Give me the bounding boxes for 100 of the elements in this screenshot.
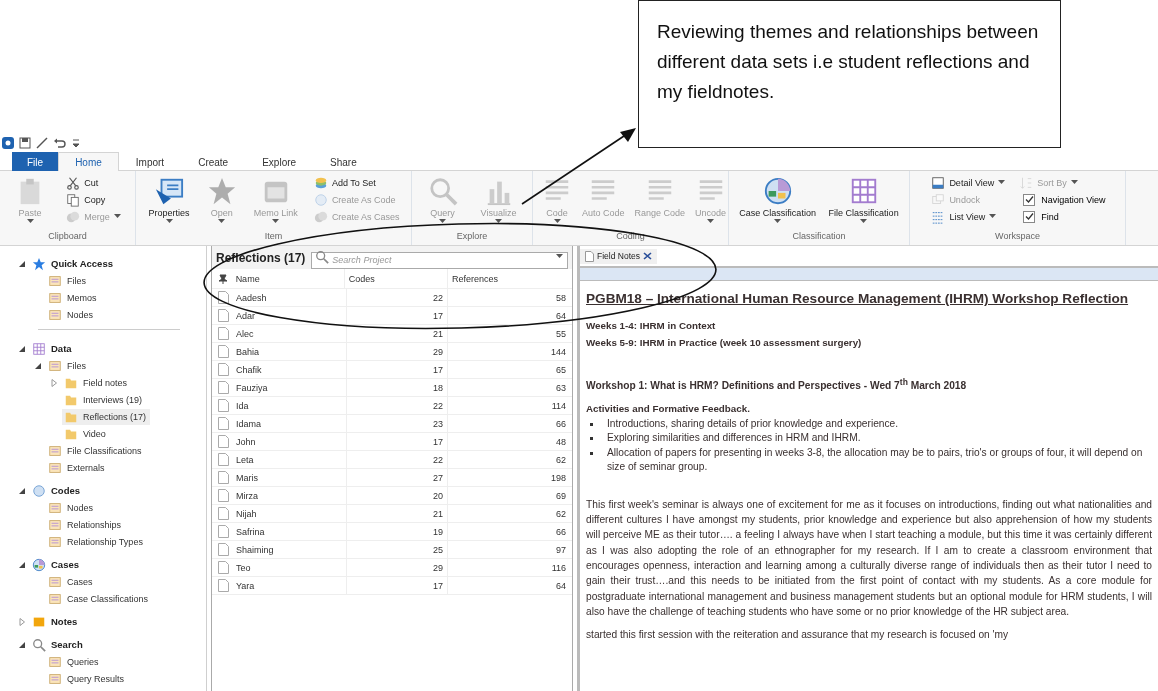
- table-cell: Maris: [234, 469, 347, 486]
- files-icon: [48, 460, 62, 475]
- checkbox[interactable]: [1023, 210, 1036, 223]
- ribbon-button[interactable]: Cut: [64, 174, 123, 191]
- ribbon-tab[interactable]: Share: [313, 152, 374, 171]
- ribbon-button[interactable]: Properties: [145, 174, 193, 231]
- close-icon[interactable]: [643, 252, 652, 260]
- table-cell: 17: [347, 361, 448, 378]
- tree-item[interactable]: Field notes: [62, 374, 132, 391]
- tree-item[interactable]: Data: [30, 340, 76, 357]
- ribbon-button[interactable]: Copy: [64, 191, 123, 208]
- caret-icon: [556, 254, 563, 259]
- checkbox-label[interactable]: Find: [1041, 211, 1059, 222]
- table-cell: 19: [347, 523, 448, 540]
- table-cell: Teo: [234, 559, 347, 576]
- ribbon-tab[interactable]: Home: [58, 152, 119, 171]
- tree-item[interactable]: Interviews (19): [62, 391, 147, 408]
- tree-item[interactable]: Files: [46, 357, 90, 374]
- tree-item[interactable]: Reflections (17): [62, 408, 151, 425]
- pie-icon: [762, 176, 793, 206]
- undo-icon[interactable]: [53, 137, 67, 149]
- ribbon-button[interactable]: List View: [929, 208, 1008, 225]
- tree-item[interactable]: Quick Access: [30, 255, 117, 272]
- files-icon: [48, 358, 62, 373]
- table-cell-text: 65: [555, 363, 567, 377]
- ribbon-tab[interactable]: Import: [118, 152, 182, 171]
- tree-item[interactable]: Case Classifications: [46, 590, 153, 607]
- tree-item[interactable]: Search: [30, 636, 87, 653]
- page-icon: [217, 543, 229, 556]
- app-logo-icon[interactable]: [2, 137, 14, 149]
- customize-icon[interactable]: [72, 138, 80, 148]
- search-icon: [427, 176, 458, 206]
- search-icon: [315, 250, 330, 264]
- ribbon-tab[interactable]: File: [12, 152, 59, 171]
- table-cell-text: 62: [555, 507, 567, 521]
- page-icon: [217, 381, 229, 394]
- tree-item[interactable]: Relationship Types: [46, 533, 147, 550]
- tree-item[interactable]: Relationships: [46, 516, 126, 533]
- tree-item[interactable]: Query Results: [46, 670, 129, 687]
- table-cell: 18: [347, 379, 448, 396]
- group-label: Coding: [615, 231, 646, 243]
- document-tab[interactable]: Field Notes: [580, 248, 657, 264]
- ribbon-button[interactable]: Detail View: [929, 174, 1008, 191]
- collapse-arrow-icon[interactable]: [18, 259, 26, 268]
- list-item: Allocation of papers for presenting in weeks 3-8, the allocation may be to pairs, trio's or groups of four, it will depend on size of seminar group.: [607, 445, 1144, 475]
- circle-icon: [313, 192, 328, 207]
- tree-item[interactable]: Nodes: [46, 306, 97, 323]
- ribbon-tab[interactable]: Create: [181, 152, 246, 171]
- collapse-arrow-icon[interactable]: [18, 560, 26, 569]
- tree-item[interactable]: File Classifications: [46, 442, 146, 459]
- table-cell-text: 66: [555, 417, 567, 431]
- heading: Workshop 1: What is HRM? Definitions and Perspectives - Wed 7$^{th}$ March 2018: [586, 376, 968, 394]
- tree-item[interactable]: Cases: [30, 556, 83, 573]
- tree-item[interactable]: Queries: [46, 653, 103, 670]
- tree-item[interactable]: Nodes: [46, 499, 97, 516]
- table-cell: Leta: [234, 451, 347, 468]
- checkbox[interactable]: [1023, 193, 1036, 206]
- collapse-arrow-icon[interactable]: [34, 361, 42, 370]
- tree-item[interactable]: Files: [46, 272, 90, 289]
- table-cell: Bahia: [234, 343, 347, 360]
- table-cell: 27: [347, 469, 448, 486]
- tree-item[interactable]: Codes: [30, 482, 85, 499]
- checkbox-label[interactable]: Navigation View: [1041, 194, 1106, 205]
- circles-icon: [313, 209, 328, 224]
- tree-item[interactable]: Cases: [46, 573, 97, 590]
- files-icon: [48, 534, 62, 549]
- tree-item[interactable]: Externals: [46, 459, 109, 476]
- tree-item[interactable]: Notes: [30, 613, 82, 630]
- column-header[interactable]: References: [448, 269, 572, 288]
- files-icon: [48, 307, 62, 322]
- files-icon: [48, 654, 62, 669]
- page-icon: [217, 579, 229, 592]
- table-cell: Mirza: [234, 487, 347, 504]
- page-icon: [217, 363, 229, 376]
- files-icon: [48, 443, 62, 458]
- tree-item[interactable]: Memos: [46, 289, 101, 306]
- column-header[interactable]: Name: [233, 269, 345, 288]
- copy-icon: [66, 192, 81, 207]
- collapse-arrow-icon[interactable]: [18, 640, 26, 649]
- collapse-arrow-icon[interactable]: [18, 486, 26, 495]
- table-cell-text: 97: [555, 543, 567, 557]
- ribbon-button[interactable]: Case Classification: [736, 174, 819, 231]
- collapse-arrow-icon[interactable]: [18, 344, 26, 353]
- list-icon: [931, 209, 946, 224]
- page-icon: [217, 291, 229, 304]
- pin-icon[interactable]: [217, 273, 228, 284]
- ribbon-button[interactable]: Add To Set: [311, 174, 402, 191]
- tree-item[interactable]: Video: [62, 425, 110, 442]
- column-header[interactable]: Codes: [344, 269, 449, 288]
- table-cell-text: 58: [555, 291, 567, 305]
- group-label: Clipboard: [47, 231, 88, 243]
- pen-icon[interactable]: [36, 137, 48, 149]
- ribbon-tab[interactable]: Explore: [245, 152, 314, 171]
- circle-icon: [32, 483, 46, 498]
- search-field[interactable]: Search Project: [311, 251, 568, 269]
- save-icon[interactable]: [19, 137, 31, 149]
- table-cell-text: 63: [555, 381, 567, 395]
- ribbon-button[interactable]: File Classification: [825, 174, 902, 231]
- table-cell-text: 55: [555, 327, 567, 341]
- files-icon: [48, 273, 62, 288]
